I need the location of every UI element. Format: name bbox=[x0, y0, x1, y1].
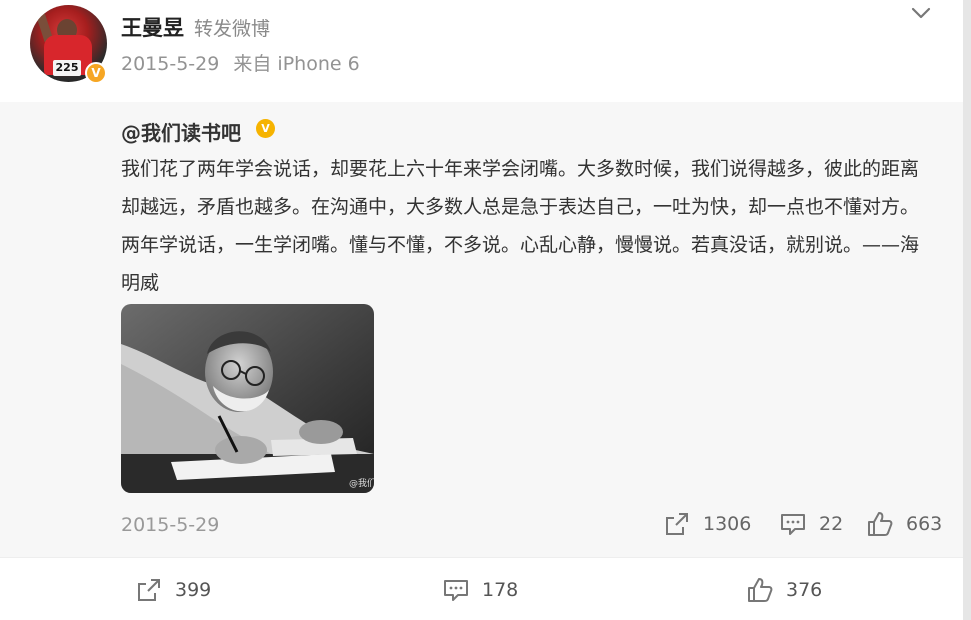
original-post-text: 我们花了两年学会说话，却要花上六十年来学会闭嘴。大多数时候，我们说得越多，彼此的… bbox=[121, 158, 920, 294]
comment-icon bbox=[444, 580, 468, 601]
repost-count: 399 bbox=[175, 579, 212, 601]
post-meta: 2015-5-29 来自 iPhone 6 bbox=[121, 49, 360, 76]
original-verified-badge-icon: V bbox=[256, 119, 275, 138]
verified-badge-icon: V bbox=[85, 62, 107, 84]
thumbs-up-icon bbox=[748, 578, 773, 602]
like-button[interactable]: 376 bbox=[746, 572, 822, 608]
post-image[interactable]: @我们 bbox=[121, 304, 374, 493]
chevron-down-icon[interactable] bbox=[909, 4, 933, 22]
like-count: 376 bbox=[786, 579, 823, 601]
divider bbox=[0, 557, 963, 558]
original-post-date[interactable]: 2015-5-29 bbox=[121, 514, 219, 536]
comment-count: 178 bbox=[482, 579, 519, 601]
comment-button[interactable]: 178 bbox=[442, 572, 518, 608]
original-comment-button[interactable]: 22 bbox=[779, 509, 843, 539]
post-source: 来自 iPhone 6 bbox=[233, 53, 360, 75]
image-watermark: @我们 bbox=[349, 477, 374, 489]
original-repost-count: 1306 bbox=[703, 513, 752, 535]
original-comment-count: 22 bbox=[819, 513, 844, 535]
share-icon bbox=[666, 513, 688, 535]
post-action-label: 转发微博 bbox=[194, 18, 271, 40]
weibo-post-card: 225 V 王曼昱 转发微博 2015-5-29 来自 iPhone 6 @我们… bbox=[0, 0, 971, 620]
avatar-bib-number: 225 bbox=[53, 60, 81, 76]
thumbs-up-icon bbox=[868, 512, 893, 536]
original-author[interactable]: @我们读书吧 bbox=[121, 117, 241, 146]
user-name[interactable]: 王曼昱 bbox=[121, 12, 184, 42]
post-date[interactable]: 2015-5-29 bbox=[121, 53, 219, 75]
scrollbar[interactable] bbox=[963, 0, 971, 620]
reposted-content[interactable]: @我们读书吧 V 我们花了两年学会说话，却要花上六十年来学会闭嘴。大多数时候，我… bbox=[0, 102, 963, 557]
original-like-button[interactable]: 663 bbox=[866, 509, 942, 539]
hemingway-photo: @我们 bbox=[121, 304, 374, 493]
original-like-count: 663 bbox=[906, 513, 943, 535]
share-icon bbox=[138, 579, 160, 601]
repost-button[interactable]: 399 bbox=[135, 572, 211, 608]
original-repost-button[interactable]: 1306 bbox=[663, 509, 751, 539]
comment-icon bbox=[781, 514, 805, 535]
